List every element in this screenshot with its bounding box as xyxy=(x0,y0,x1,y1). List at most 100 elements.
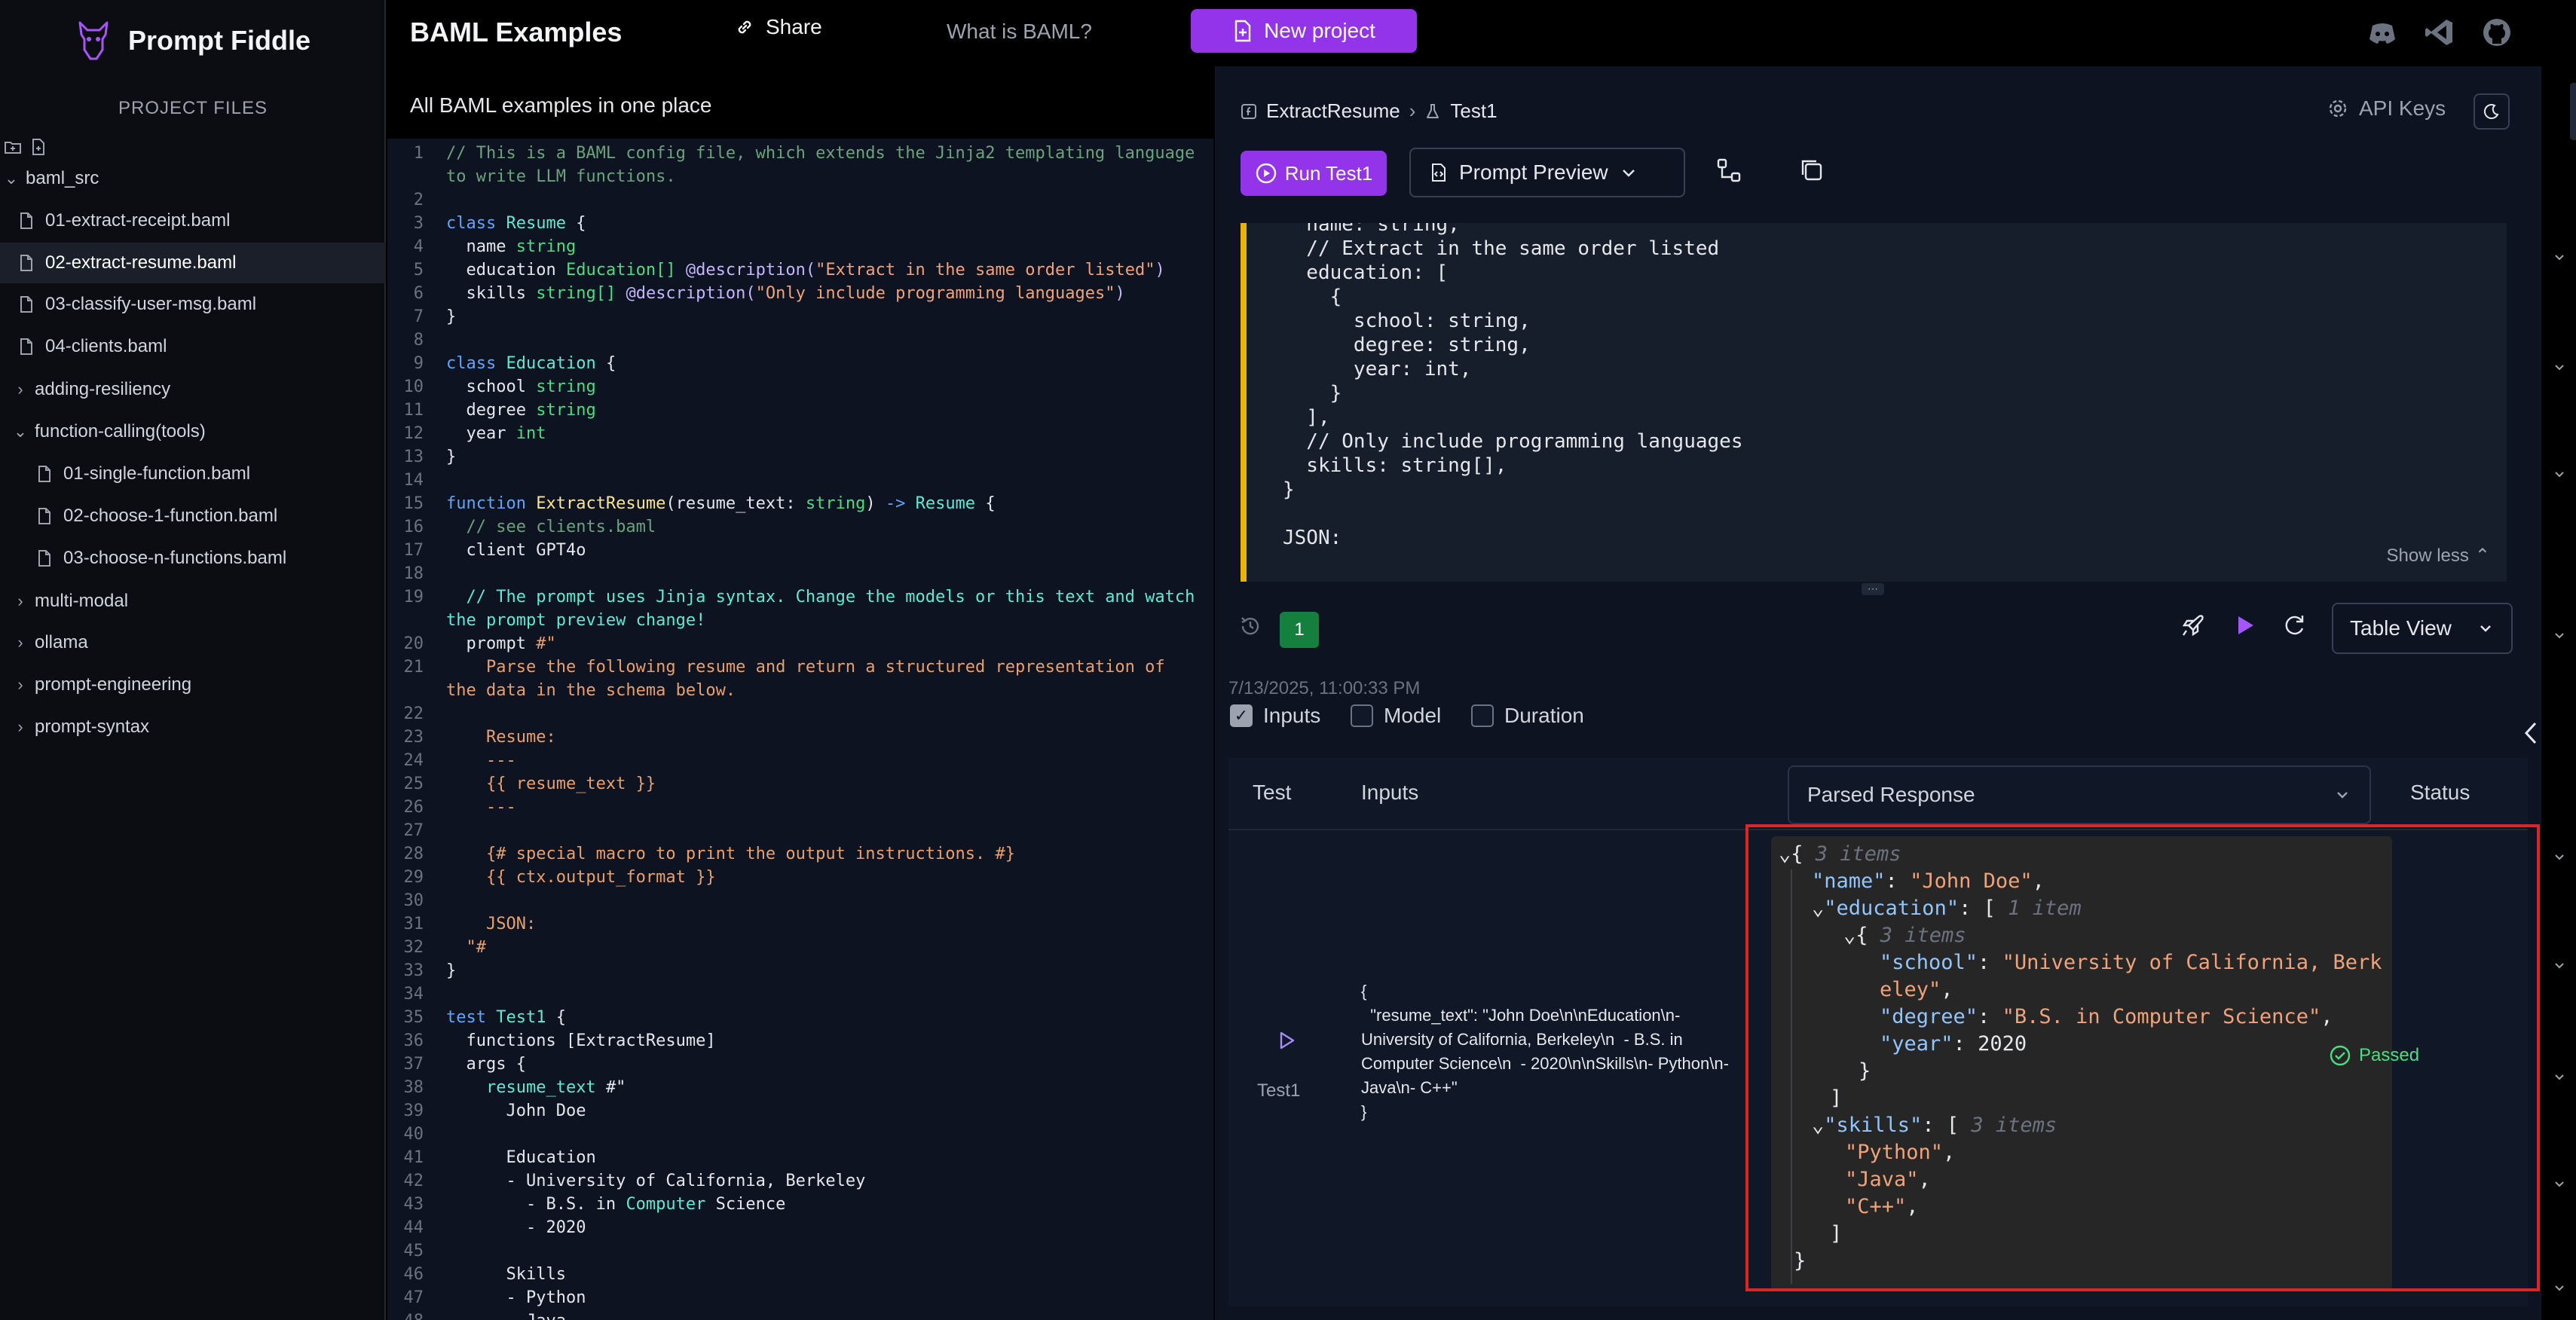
breadcrumb: ExtractResume › Test1 xyxy=(1241,99,1498,123)
duration-checkbox[interactable]: Duration xyxy=(1471,704,1584,728)
file-item[interactable]: 01-single-function.baml xyxy=(0,454,386,494)
new-file-icon[interactable] xyxy=(29,137,48,157)
breadcrumb-test[interactable]: Test1 xyxy=(1450,99,1497,123)
share-button[interactable]: Share xyxy=(734,15,822,39)
tree-item-label: prompt-engineering xyxy=(35,674,192,695)
chevron-down-icon[interactable] xyxy=(2552,1070,2567,1085)
chevron-down-icon[interactable] xyxy=(2552,958,2567,973)
chevron-down-icon[interactable] xyxy=(2552,250,2567,265)
folder-item[interactable]: › multi-modal xyxy=(0,581,386,622)
duration-checkbox-label: Duration xyxy=(1504,704,1584,727)
theme-toggle-button[interactable] xyxy=(2474,93,2510,130)
file-item[interactable]: 02-extract-resume.baml xyxy=(0,243,386,283)
chevron-right-icon: › xyxy=(17,633,23,652)
file-item[interactable]: 03-classify-user-msg.baml xyxy=(0,284,386,325)
table-view-label: Table View xyxy=(2350,616,2452,640)
workflow-icon[interactable] xyxy=(1714,155,1744,185)
new-folder-icon[interactable] xyxy=(3,137,23,157)
table-view-select[interactable]: Table View xyxy=(2332,603,2513,654)
moon-icon xyxy=(2483,104,2499,120)
right-rail xyxy=(2541,0,2576,1320)
rocket-icon[interactable] xyxy=(2178,610,2208,640)
editor-subtitle: All BAML examples in one place xyxy=(410,93,712,117)
page-title: BAML Examples xyxy=(410,17,623,47)
tree-item-label: ollama xyxy=(35,632,88,652)
checkmark-icon: ✓ xyxy=(1230,704,1253,727)
chevron-left-icon[interactable] xyxy=(2522,720,2540,746)
folder-item[interactable]: ⌄ function-calling(tools) xyxy=(0,411,386,452)
run-count-badge[interactable]: 1 xyxy=(1280,612,1319,648)
folder-item[interactable]: ⌄ baml_src xyxy=(0,158,386,199)
highlight-box xyxy=(1745,824,2540,1291)
show-less-button[interactable]: Show less ⌃ xyxy=(2387,545,2491,567)
new-file-icon xyxy=(1234,20,1251,42)
editor-header: All BAML examples in one place xyxy=(387,66,1213,139)
tree-item-label: 03-classify-user-msg.baml xyxy=(45,294,257,314)
file-actions xyxy=(3,137,48,157)
file-icon xyxy=(35,464,54,484)
file-icon xyxy=(17,253,36,273)
play-circle-icon xyxy=(1256,163,1276,184)
tree-item-label: 03-choose-n-functions.baml xyxy=(63,548,287,568)
api-keys-button[interactable]: API Keys xyxy=(2327,96,2446,121)
new-project-label: New project xyxy=(1264,19,1375,42)
vscode-icon[interactable] xyxy=(2422,15,2457,50)
prompt-preview-label: Prompt Preview xyxy=(1459,160,1608,184)
tree-item-label: 02-choose-1-function.baml xyxy=(63,506,278,526)
file-icon xyxy=(17,337,36,356)
tree-item-label: function-calling(tools) xyxy=(35,421,206,442)
table-header-row: Test Inputs Parsed Response Status xyxy=(1228,758,2528,830)
resize-handle[interactable]: ⋯ xyxy=(1862,583,1884,595)
tree-item-label: 01-extract-receipt.baml xyxy=(45,210,231,231)
chevron-down-icon[interactable] xyxy=(2552,1177,2567,1192)
folder-item[interactable]: › prompt-syntax xyxy=(0,707,386,747)
what-is-baml-link[interactable]: What is BAML? xyxy=(947,20,1092,44)
prompt-preview-box: name: string, // Extract in the same ord… xyxy=(1241,223,2507,582)
model-checkbox[interactable]: Model xyxy=(1351,704,1441,728)
parsed-response-select[interactable]: Parsed Response xyxy=(1788,765,2371,824)
chevron-right-icon: › xyxy=(17,380,23,399)
chevron-right-icon: › xyxy=(17,675,23,694)
tree-item-label: baml_src xyxy=(26,168,99,188)
chevron-down-icon[interactable] xyxy=(2552,850,2567,865)
app-logo[interactable]: Prompt Fiddle xyxy=(72,17,311,65)
refresh-icon[interactable] xyxy=(2279,610,2309,640)
chevron-down-icon[interactable] xyxy=(2552,360,2567,375)
copy-icon[interactable] xyxy=(1797,155,1827,185)
row-inputs: { "resume_text": "John Doe\n\nEducation\… xyxy=(1361,982,1729,1121)
github-icon[interactable] xyxy=(2480,15,2514,50)
inputs-checkbox[interactable]: ✓ Inputs xyxy=(1230,704,1320,728)
breadcrumb-separator-icon: › xyxy=(1409,99,1416,122)
file-item[interactable]: 04-clients.baml xyxy=(0,326,386,367)
row-test-name: Test1 xyxy=(1257,1080,1301,1101)
chevron-down-icon[interactable] xyxy=(2552,1281,2567,1296)
play-icon[interactable] xyxy=(2229,610,2259,640)
folder-item[interactable]: › prompt-engineering xyxy=(0,665,386,705)
column-header-test: Test xyxy=(1253,781,1292,804)
chevron-right-icon: › xyxy=(17,591,23,610)
new-project-button[interactable]: New project xyxy=(1191,9,1417,53)
discord-icon[interactable] xyxy=(2365,15,2400,50)
file-icon xyxy=(35,506,54,526)
column-header-status: Status xyxy=(2410,781,2470,804)
gear-icon xyxy=(2329,99,2347,118)
file-item[interactable]: 02-choose-1-function.baml xyxy=(0,496,386,536)
run-test-button[interactable]: Run Test1 xyxy=(1241,151,1387,196)
folder-item[interactable]: › adding-resiliency xyxy=(0,369,386,410)
play-outline-icon[interactable] xyxy=(1275,1029,1298,1052)
file-item[interactable]: 03-choose-n-functions.baml xyxy=(0,538,386,579)
file-code-icon xyxy=(1432,163,1446,182)
tree-item-label: 01-single-function.baml xyxy=(63,463,251,484)
project-sidebar: Prompt Fiddle PROJECT FILES ⌄ baml_src 01-… xyxy=(0,0,386,1320)
folder-item[interactable]: › ollama xyxy=(0,622,386,663)
breadcrumb-function[interactable]: ExtractResume xyxy=(1266,99,1400,123)
chevron-right-icon: › xyxy=(17,717,23,736)
chevron-down-icon[interactable] xyxy=(2552,467,2567,482)
chevron-down-icon[interactable] xyxy=(2552,628,2567,643)
chevron-down-icon: ⌄ xyxy=(4,169,19,188)
rail-tab[interactable] xyxy=(2570,83,2576,140)
history-icon[interactable] xyxy=(1238,613,1263,639)
prompt-preview-select[interactable]: Prompt Preview xyxy=(1409,148,1685,197)
goat-logo-icon xyxy=(78,21,109,60)
file-item[interactable]: 01-extract-receipt.baml xyxy=(0,200,386,241)
